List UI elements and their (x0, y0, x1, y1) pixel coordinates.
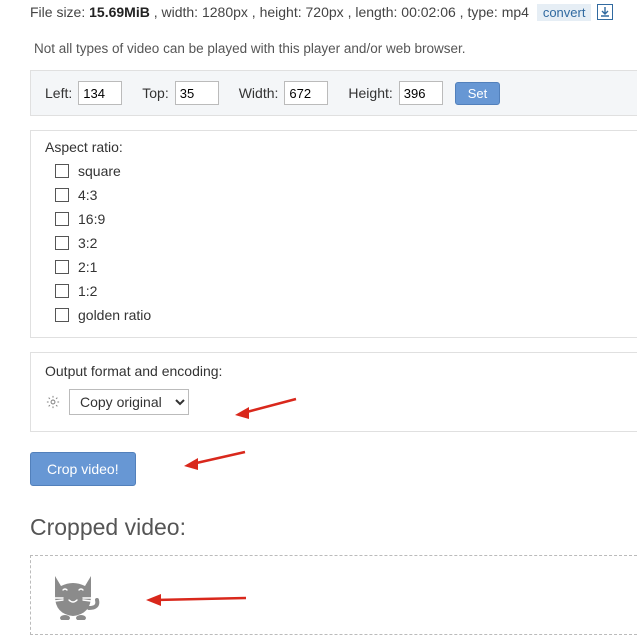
crop-width-input[interactable] (284, 81, 328, 105)
crop-left-label: Left: (45, 85, 72, 101)
file-height-value: 720px (306, 4, 344, 20)
aspect-ratio-label: golden ratio (78, 307, 151, 323)
aspect-ratio-item[interactable]: 2:1 (51, 255, 623, 279)
aspect-ratio-label: 16:9 (78, 211, 105, 227)
aspect-ratio-checkbox[interactable] (55, 308, 69, 322)
aspect-ratio-item[interactable]: 3:2 (51, 231, 623, 255)
aspect-ratio-checkbox[interactable] (55, 260, 69, 274)
result-dropzone (30, 555, 637, 635)
crop-video-button[interactable]: Crop video! (30, 452, 136, 486)
crop-top-label: Top: (142, 85, 168, 101)
annotation-arrow-icon (180, 446, 250, 474)
crop-height-input[interactable] (399, 81, 443, 105)
aspect-ratio-label: 2:1 (78, 259, 97, 275)
gear-icon (45, 394, 61, 410)
convert-button[interactable]: convert (537, 4, 592, 21)
file-height-label: , height: (252, 4, 302, 20)
cat-placeholder-icon (45, 570, 101, 620)
aspect-ratio-checkbox[interactable] (55, 236, 69, 250)
aspect-ratio-item[interactable]: square (51, 159, 623, 183)
aspect-ratio-label: 3:2 (78, 235, 97, 251)
file-width-value: 1280px (202, 4, 248, 20)
output-format-panel: Output format and encoding: Copy origina… (30, 352, 637, 432)
file-size-value: 15.69MiB (89, 4, 150, 20)
file-width-label: , width: (154, 4, 198, 20)
file-type-value: mp4 (502, 4, 529, 20)
aspect-ratio-checkbox[interactable] (55, 212, 69, 226)
aspect-ratio-item[interactable]: 16:9 (51, 207, 623, 231)
aspect-ratio-title: Aspect ratio: (45, 139, 623, 155)
file-length-value: 00:02:06 (401, 4, 456, 20)
crop-top-input[interactable] (175, 81, 219, 105)
crop-coords-panel: Left: Top: Width: Height: Set (30, 70, 637, 116)
output-format-select[interactable]: Copy original (69, 389, 189, 415)
cropped-video-heading: Cropped video: (30, 514, 637, 541)
file-info-line: File size: 15.69MiB , width: 1280px , he… (30, 0, 637, 27)
set-button[interactable]: Set (455, 82, 501, 105)
aspect-ratio-item[interactable]: golden ratio (51, 303, 623, 327)
aspect-ratio-item[interactable]: 1:2 (51, 279, 623, 303)
aspect-ratio-label: 1:2 (78, 283, 97, 299)
file-type-label: , type: (460, 4, 498, 20)
file-length-label: , length: (348, 4, 398, 20)
aspect-ratio-panel: Aspect ratio: square 4:3 16:9 3:2 2:1 1:2 gold… (30, 130, 637, 338)
output-format-title: Output format and encoding: (45, 363, 623, 379)
aspect-ratio-item[interactable]: 4:3 (51, 183, 623, 207)
crop-left-input[interactable] (78, 81, 122, 105)
aspect-ratio-label: 4:3 (78, 187, 97, 203)
aspect-ratio-checkbox[interactable] (55, 188, 69, 202)
download-icon[interactable] (597, 4, 613, 20)
player-warning-note: Not all types of video can be played wit… (30, 27, 637, 70)
crop-width-label: Width: (239, 85, 279, 101)
aspect-ratio-label: square (78, 163, 121, 179)
aspect-ratio-checkbox[interactable] (55, 284, 69, 298)
aspect-ratio-checkbox[interactable] (55, 164, 69, 178)
annotation-arrow-icon (141, 586, 251, 614)
file-size-label: File size: (30, 4, 85, 20)
crop-height-label: Height: (348, 85, 392, 101)
